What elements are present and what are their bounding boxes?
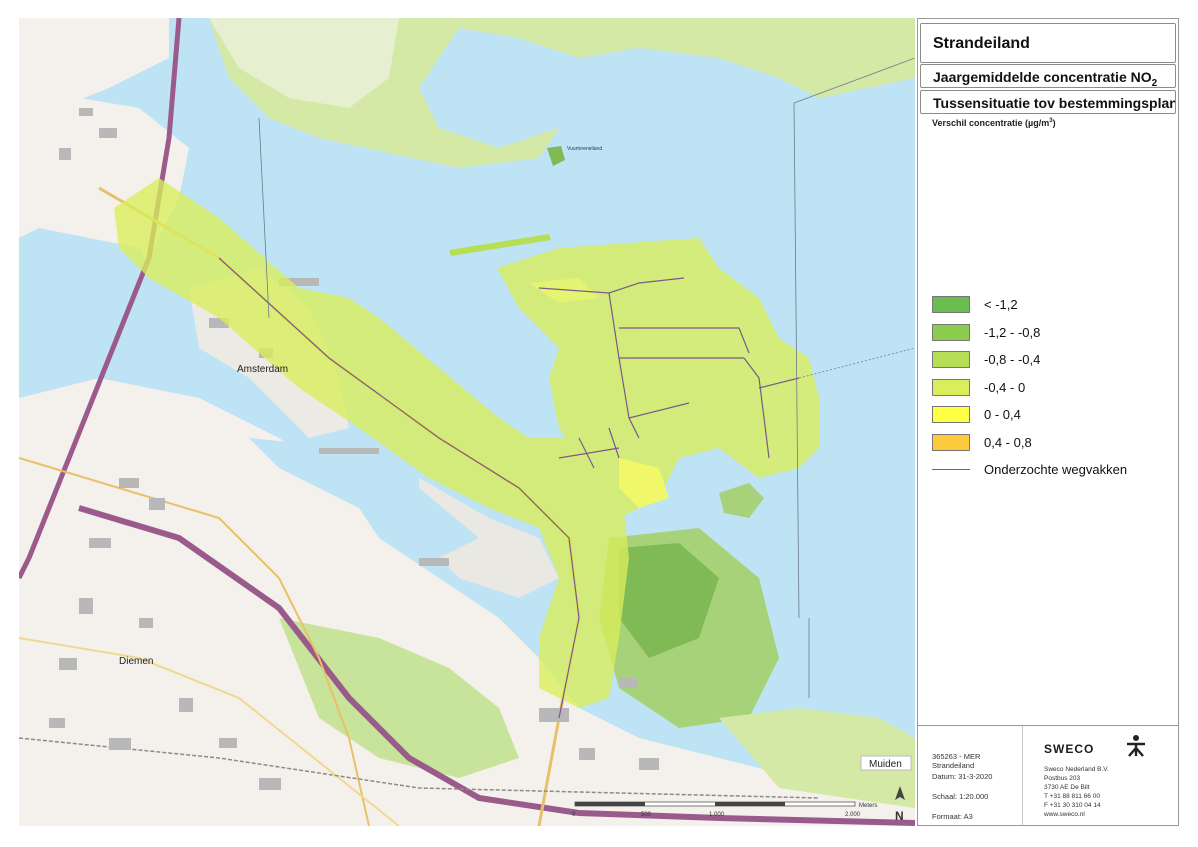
label-diemen: Diemen <box>119 656 153 667</box>
legend-item: -0,4 - 0 <box>932 374 1127 402</box>
label-amsterdam: Amsterdam <box>237 364 288 375</box>
scalebar-tick-3: 2.000 <box>845 812 861 818</box>
legend-swatch <box>932 378 970 396</box>
legend-item: -1,2 - -0,8 <box>932 319 1127 347</box>
label-vuurtoreneiland: Vuurtoreneiland <box>567 146 602 152</box>
title-block: 365263 - MER Strandeiland Datum: 31-3-20… <box>918 725 1178 825</box>
company-website: www.sweco.nl <box>1044 811 1085 818</box>
north-arrow-label: N <box>895 809 904 823</box>
legend-swatch <box>932 406 970 424</box>
project-date: Datum: 31-3-2020 <box>932 772 993 781</box>
unit-text: Verschil concentratie (µg/m <box>932 118 1050 128</box>
legend-label: -0,8 - -0,4 <box>984 352 1041 368</box>
project-scale: Schaal: 1:20.000 <box>932 792 989 801</box>
unit-label: Verschil concentratie (µg/m3) <box>932 118 1056 128</box>
map-title: Strandeiland <box>920 23 1176 63</box>
legend-item: < -1,2 <box>932 291 1127 319</box>
label-muiden: Muiden <box>869 759 902 770</box>
legend: < -1,2 -1,2 - -0,8 -0,8 - -0,4 -0,4 - 0 … <box>932 291 1127 484</box>
unit-close: ) <box>1052 118 1056 128</box>
scalebar-tick-1: 500 <box>641 812 652 818</box>
legend-label: 0,4 - 0,8 <box>984 434 1032 450</box>
legend-panel: Strandeiland Jaargemiddelde concentratie… <box>917 18 1179 826</box>
sweco-mark-icon <box>1127 735 1145 757</box>
project-format: Formaat: A3 <box>932 812 973 821</box>
legend-swatch <box>932 323 970 341</box>
project-info: 365263 - MER Strandeiland Datum: 31-3-20… <box>918 726 1023 825</box>
map-subtitle: Jaargemiddelde concentratie NO2 <box>920 64 1176 88</box>
scalebar-unit: Meters <box>859 803 877 809</box>
company-address: 3730 AE De Bilt <box>1044 784 1090 791</box>
legend-item: 0,4 - 0,8 <box>932 429 1127 457</box>
company-address: Postbus 203 <box>1044 775 1081 782</box>
legend-label: -0,4 - 0 <box>984 379 1026 395</box>
map-scenario: Tussensituatie tov bestemmingsplan <box>920 90 1176 114</box>
project-name: 365263 - MER Strandeiland <box>932 752 981 770</box>
legend-swatch <box>932 433 970 451</box>
scalebar-tick-2: 1.000 <box>709 812 725 818</box>
company-phone: T +31 88 811 66 00 <box>1044 793 1100 800</box>
subtitle-text: Jaargemiddelde concentratie NO <box>933 69 1152 85</box>
subtitle-subscript: 2 <box>1151 77 1158 88</box>
legend-item-line: Onderzochte wegvakken <box>932 456 1127 484</box>
legend-label: 0 - 0,4 <box>984 407 1021 423</box>
company-address: Sweco Nederland B.V. <box>1044 766 1109 773</box>
legend-label: -1,2 - -0,8 <box>984 324 1041 340</box>
legend-label: Onderzochte wegvakken <box>984 462 1128 478</box>
map[interactable]: Amsterdam Diemen Vuurtoreneiland Muiden … <box>19 18 915 826</box>
legend-swatch <box>932 296 970 314</box>
legend-label: < -1,2 <box>984 297 1018 313</box>
legend-item: -0,8 - -0,4 <box>932 346 1127 374</box>
legend-swatch <box>932 351 970 369</box>
company-logo: SWECO <box>1044 742 1095 756</box>
legend-item: 0 - 0,4 <box>932 401 1127 429</box>
company-fax: F +31 30 310 04 14 <box>1044 802 1101 809</box>
legend-line-swatch <box>932 469 970 471</box>
